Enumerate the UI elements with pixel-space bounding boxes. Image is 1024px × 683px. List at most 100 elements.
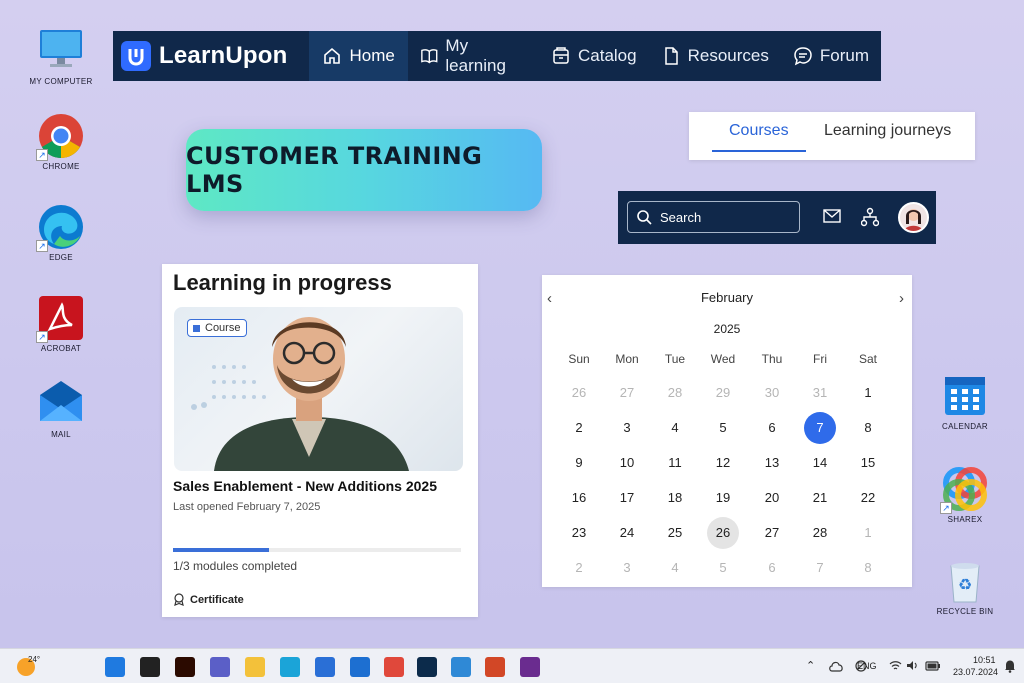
course-name-link[interactable]: Sales Enablement - New Additions 2025 <box>173 478 437 494</box>
powerpoint-icon[interactable] <box>485 657 505 677</box>
certificate-label: Certificate <box>173 593 244 606</box>
wifi-icon[interactable] <box>889 660 902 671</box>
calendar-day[interactable]: 26 <box>563 377 595 409</box>
onedrive-icon[interactable] <box>828 660 844 672</box>
calendar-day[interactable]: 5 <box>707 412 739 444</box>
calendar-day[interactable]: 3 <box>611 412 643 444</box>
calendar-day[interactable]: 24 <box>611 517 643 549</box>
mail-icon[interactable] <box>823 208 841 224</box>
book-icon <box>420 49 438 64</box>
teams-icon[interactable] <box>210 657 230 677</box>
calendar-day[interactable]: 5 <box>707 552 739 584</box>
tabs-card: Courses Learning journeys <box>689 112 975 160</box>
calendar-day[interactable]: 31 <box>804 377 836 409</box>
taskbar: 24° ⌃ ENG 10:51 23.07.2024 <box>0 648 1024 683</box>
file-explorer-icon[interactable] <box>245 657 265 677</box>
chrome-icon[interactable] <box>384 657 404 677</box>
calendar-day-today[interactable]: 26 <box>707 517 739 549</box>
calendar-day[interactable]: 8 <box>852 552 884 584</box>
tray-chevron-icon[interactable]: ⌃ <box>806 659 815 672</box>
calendar-day[interactable]: 29 <box>707 377 739 409</box>
hierarchy-icon[interactable] <box>861 207 879 227</box>
battery-icon[interactable] <box>925 661 941 671</box>
calendar-day[interactable]: 13 <box>756 447 788 479</box>
windows-start-icon[interactable] <box>105 657 125 677</box>
calendar-day[interactable]: 7 <box>804 552 836 584</box>
desktop-icon-recycle-bin[interactable]: ♻ RECYCLE BIN <box>925 558 1005 616</box>
desktop-icon-label: MAIL <box>51 430 71 439</box>
calendar-day[interactable]: 19 <box>707 482 739 514</box>
calendar-day[interactable]: 1 <box>852 377 884 409</box>
nav-resources[interactable]: Resources <box>649 31 781 81</box>
brand[interactable]: LearnUpon <box>113 31 309 81</box>
calendar-day[interactable]: 20 <box>756 482 788 514</box>
calendar-day[interactable]: 18 <box>659 482 691 514</box>
tab-courses[interactable]: Courses <box>729 122 789 140</box>
task-view-icon[interactable] <box>140 657 160 677</box>
calendar-day[interactable]: 3 <box>611 552 643 584</box>
calendar-day[interactable]: 10 <box>611 447 643 479</box>
calendar-year: 2025 <box>713 322 741 336</box>
progress-bar-fill <box>173 548 269 552</box>
calendar-day[interactable]: 27 <box>611 377 643 409</box>
calendar-day[interactable]: 28 <box>804 517 836 549</box>
desktop-icon-mail[interactable]: MAIL <box>21 381 101 439</box>
calendar-day[interactable]: 4 <box>659 552 691 584</box>
calendar-day[interactable]: 2 <box>563 552 595 584</box>
calendar-day-selected[interactable]: 7 <box>804 412 836 444</box>
course-thumbnail[interactable]: Course <box>174 307 463 471</box>
clock-date[interactable]: 23.07.2024 <box>953 667 998 677</box>
desktop-icon-calendar[interactable]: CALENDAR <box>925 373 1005 431</box>
volume-icon[interactable] <box>906 660 919 671</box>
nav-resources-label: Resources <box>687 46 769 65</box>
calendar-day[interactable]: 21 <box>804 482 836 514</box>
nav-forum[interactable]: Forum <box>781 31 881 81</box>
mail-icon[interactable] <box>350 657 370 677</box>
calendar-day[interactable]: 27 <box>756 517 788 549</box>
search-icon <box>637 210 652 225</box>
calendar-day[interactable]: 6 <box>756 552 788 584</box>
weekday-header: Thu <box>761 352 783 366</box>
calendar-day[interactable]: 9 <box>563 447 595 479</box>
calendar-day[interactable]: 8 <box>852 412 884 444</box>
desktop-icon-label: RECYCLE BIN <box>936 607 994 616</box>
nav-my-learning[interactable]: My learning <box>408 31 539 81</box>
calendar-day[interactable]: 28 <box>659 377 691 409</box>
desktop-icon-sharex[interactable]: ↗ SHAREX <box>925 466 1005 524</box>
calendar-day[interactable]: 15 <box>852 447 884 479</box>
calendar-day[interactable]: 6 <box>756 412 788 444</box>
calendar-day[interactable]: 1 <box>852 517 884 549</box>
search-input[interactable]: Search <box>627 201 800 233</box>
winrar-icon[interactable] <box>520 657 540 677</box>
photos-icon[interactable] <box>451 657 471 677</box>
weekday-header: Tue <box>664 352 686 366</box>
illustrator-icon[interactable] <box>175 657 195 677</box>
clock-time[interactable]: 10:51 <box>973 655 996 665</box>
calendar-day[interactable]: 30 <box>756 377 788 409</box>
calendar-day[interactable]: 11 <box>659 447 691 479</box>
calendar-day[interactable]: 16 <box>563 482 595 514</box>
edge-icon[interactable] <box>280 657 300 677</box>
language-indicator[interactable]: ENG <box>857 661 877 671</box>
desktop-icon-my-computer[interactable]: MY COMPUTER <box>21 28 101 86</box>
store-icon[interactable] <box>315 657 335 677</box>
avatar[interactable] <box>898 202 929 233</box>
calendar-day[interactable]: 22 <box>852 482 884 514</box>
calendar-day[interactable]: 2 <box>563 412 595 444</box>
tab-learning-journeys[interactable]: Learning journeys <box>824 122 951 140</box>
calendar-day[interactable]: 25 <box>659 517 691 549</box>
calendar-day[interactable]: 4 <box>659 412 691 444</box>
course-type-badge: Course <box>187 319 248 337</box>
desktop-icon-acrobat[interactable]: ↗ ACROBAT <box>21 295 101 353</box>
calendar-day[interactable]: 12 <box>707 447 739 479</box>
next-month-button[interactable]: › <box>899 290 904 307</box>
photoshop-icon[interactable] <box>417 657 437 677</box>
nav-catalog[interactable]: Catalog <box>539 31 649 81</box>
calendar-day[interactable]: 23 <box>563 517 595 549</box>
calendar-day[interactable]: 14 <box>804 447 836 479</box>
nav-home[interactable]: Home <box>309 31 408 81</box>
desktop-icon-edge[interactable]: ↗ EDGE <box>21 204 101 262</box>
desktop-icon-chrome[interactable]: ↗ CHROME <box>21 113 101 171</box>
notification-bell-icon[interactable] <box>1004 659 1016 673</box>
calendar-day[interactable]: 17 <box>611 482 643 514</box>
